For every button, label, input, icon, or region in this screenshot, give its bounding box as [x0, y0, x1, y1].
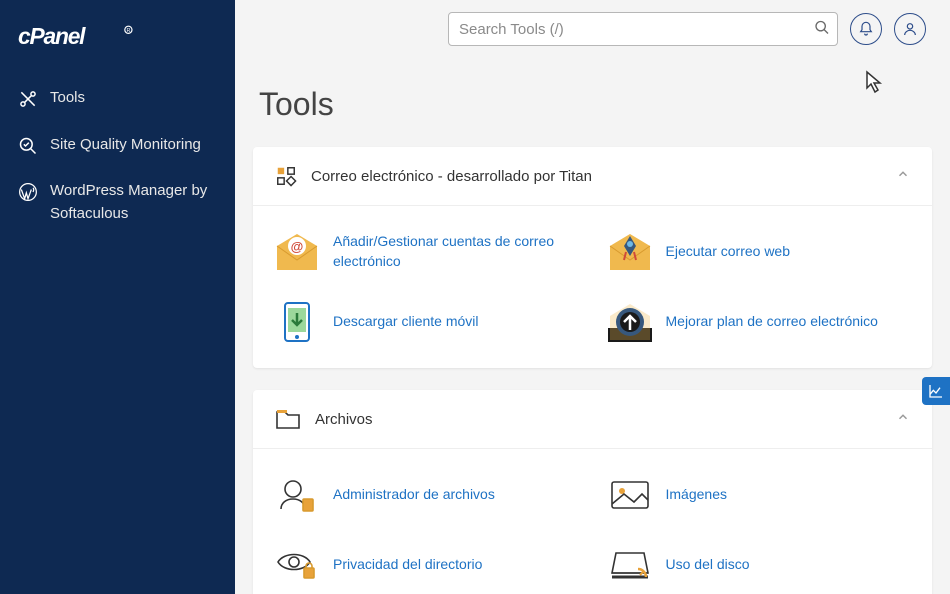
chevron-up-icon	[896, 167, 910, 186]
tool-label: Descargar cliente móvil	[333, 312, 479, 332]
magnify-check-icon	[18, 136, 38, 156]
search-icon	[814, 20, 830, 36]
tool-disk-usage[interactable]: Uso del disco	[600, 535, 919, 594]
panel-email: Correo electrónico - desarrollado por Ti…	[253, 147, 932, 368]
tool-images[interactable]: Imágenes	[600, 465, 919, 525]
tool-label: Ejecutar correo web	[666, 242, 791, 262]
disk-usage-icon	[608, 543, 652, 587]
apps-grid-icon	[275, 165, 297, 187]
svg-text:R: R	[126, 28, 130, 34]
tool-label: Mejorar plan de correo electrónico	[666, 312, 878, 332]
chart-line-icon	[928, 383, 944, 399]
user-icon	[902, 21, 918, 37]
panel-title: Correo electrónico - desarrollado por Ti…	[311, 168, 896, 185]
panel-title: Archivos	[315, 411, 896, 428]
search-input[interactable]	[448, 12, 838, 46]
sidebar-item-tools[interactable]: Tools	[0, 75, 235, 122]
sidebar-item-site-quality[interactable]: Site Quality Monitoring	[0, 122, 235, 169]
tool-file-manager[interactable]: Administrador de archivos	[267, 465, 586, 525]
email-at-icon: @	[275, 230, 319, 274]
email-rocket-icon	[608, 230, 652, 274]
tool-label: Añadir/Gestionar cuentas de correo elect…	[333, 232, 578, 271]
search-button[interactable]	[814, 20, 830, 39]
search-wrapper	[448, 12, 838, 46]
phone-download-icon	[275, 300, 319, 344]
bell-icon	[858, 21, 874, 37]
tool-label: Administrador de archivos	[333, 485, 495, 505]
tool-manage-email[interactable]: @ Añadir/Gestionar cuentas de correo ele…	[267, 222, 586, 282]
eye-lock-icon	[275, 543, 319, 587]
tool-label: Uso del disco	[666, 555, 750, 575]
brand-logo: cPanel R	[0, 0, 235, 75]
tool-label: Privacidad del directorio	[333, 555, 482, 575]
page-title: Tools	[235, 58, 950, 147]
upgrade-arrow-icon	[608, 300, 652, 344]
file-user-icon	[275, 473, 319, 517]
tool-directory-privacy[interactable]: Privacidad del directorio	[267, 535, 586, 594]
tool-webmail[interactable]: Ejecutar correo web	[600, 222, 919, 282]
tool-upgrade-email[interactable]: Mejorar plan de correo electrónico	[600, 292, 919, 352]
panel-header-email[interactable]: Correo electrónico - desarrollado por Ti…	[253, 147, 932, 206]
chevron-up-icon	[896, 410, 910, 429]
panel-header-files[interactable]: Archivos	[253, 390, 932, 449]
main-content: Tools Correo electrónico - desarrollado …	[235, 0, 950, 594]
panel-body-files: Administrador de archivos Imágenes	[253, 449, 932, 594]
user-menu-button[interactable]	[894, 13, 926, 45]
tools-icon	[18, 89, 38, 109]
tool-mobile-client[interactable]: Descargar cliente móvil	[267, 292, 586, 352]
sidebar-item-label: Tools	[50, 87, 217, 110]
image-icon	[608, 473, 652, 517]
sidebar: cPanel R Tools Site Quality Monitoring	[0, 0, 235, 594]
notifications-button[interactable]	[850, 13, 882, 45]
tool-label: Imágenes	[666, 485, 727, 505]
sidebar-item-label: WordPress Manager by Softaculous	[50, 180, 217, 225]
folder-icon	[275, 408, 301, 430]
cpanel-logo-icon: cPanel R	[18, 22, 138, 52]
sidebar-item-label: Site Quality Monitoring	[50, 134, 217, 157]
svg-text:@: @	[291, 239, 304, 254]
sidebar-item-wordpress[interactable]: WordPress Manager by Softaculous	[0, 168, 235, 237]
wordpress-icon	[18, 182, 38, 202]
svg-text:cPanel: cPanel	[18, 23, 86, 49]
stats-tab-button[interactable]	[922, 377, 950, 405]
panel-body-email: @ Añadir/Gestionar cuentas de correo ele…	[253, 206, 932, 368]
panel-files: Archivos Administrador de archivos	[253, 390, 932, 594]
top-header	[235, 0, 950, 58]
